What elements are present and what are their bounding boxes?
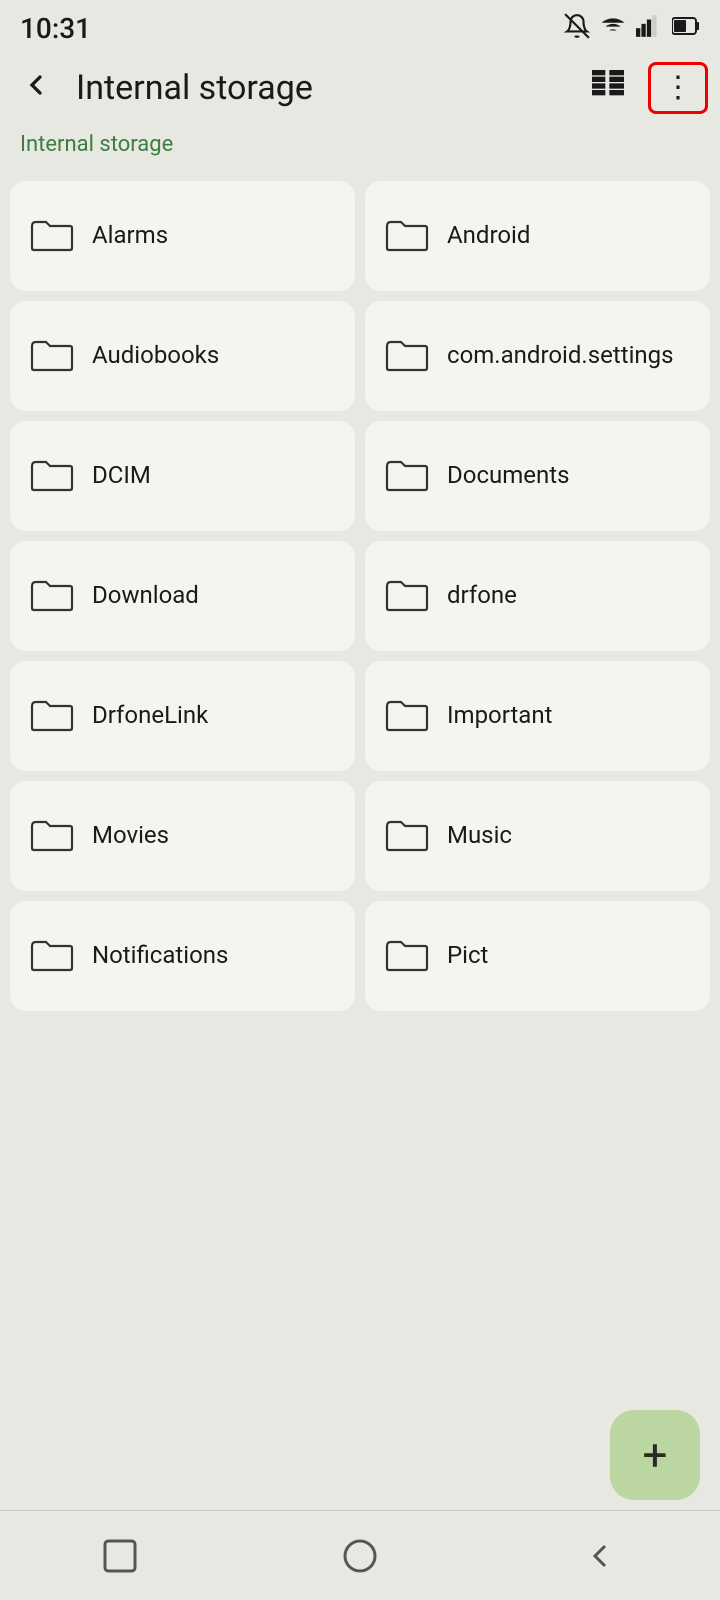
folder-name: Download	[92, 580, 199, 611]
folder-name: DrfoneLink	[92, 700, 208, 731]
nav-home-button[interactable]	[340, 1536, 380, 1576]
folder-name: drfone	[447, 580, 517, 611]
folder-card[interactable]: Important	[365, 661, 710, 771]
nav-recents-button[interactable]	[100, 1536, 140, 1576]
grid-view-button[interactable]	[584, 62, 632, 113]
folder-icon	[30, 938, 74, 974]
folder-icon	[30, 338, 74, 374]
folder-card[interactable]: DCIM	[10, 421, 355, 531]
mute-icon	[564, 13, 590, 45]
folder-name: Notifications	[92, 940, 228, 971]
folder-card[interactable]: DrfoneLink	[10, 661, 355, 771]
folder-icon	[30, 578, 74, 614]
folder-name: Alarms	[92, 220, 168, 251]
folder-icon	[385, 338, 429, 374]
folder-icon	[385, 818, 429, 854]
folder-card[interactable]: Alarms	[10, 181, 355, 291]
folder-name: Movies	[92, 820, 169, 851]
folder-icon	[385, 698, 429, 734]
plus-icon: +	[643, 1433, 668, 1477]
nav-back-button[interactable]	[580, 1536, 620, 1576]
folder-card[interactable]: Android	[365, 181, 710, 291]
folder-card[interactable]: Documents	[365, 421, 710, 531]
folder-name: Documents	[447, 460, 570, 491]
breadcrumb-text: Internal storage	[20, 132, 173, 157]
breadcrumb: Internal storage	[0, 122, 720, 171]
folder-card[interactable]: Movies	[10, 781, 355, 891]
folder-name: Music	[447, 820, 512, 851]
battery-icon	[672, 16, 700, 42]
folder-icon	[30, 218, 74, 254]
wifi-icon	[600, 13, 626, 45]
fab-add-button[interactable]: +	[610, 1410, 700, 1500]
folder-grid: Alarms Android Audiobooks com.android.se…	[0, 171, 720, 1021]
status-icons	[564, 13, 700, 45]
folder-name: Pict	[447, 940, 488, 971]
status-time: 10:31	[20, 12, 91, 45]
folder-name: Android	[447, 220, 530, 251]
folder-card[interactable]: Download	[10, 541, 355, 651]
back-button[interactable]	[12, 61, 60, 114]
folder-card[interactable]: Music	[365, 781, 710, 891]
status-bar: 10:31	[0, 0, 720, 53]
folder-icon	[385, 458, 429, 494]
folder-card[interactable]: Pict	[365, 901, 710, 1011]
folder-card[interactable]: com.android.settings	[365, 301, 710, 411]
folder-icon	[30, 458, 74, 494]
signal-icon	[636, 15, 662, 43]
top-bar: Internal storage ⋮	[0, 53, 720, 122]
folder-name: com.android.settings	[447, 340, 674, 371]
folder-card[interactable]: drfone	[365, 541, 710, 651]
folder-name: Audiobooks	[92, 340, 219, 371]
nav-bar	[0, 1510, 720, 1600]
page-title: Internal storage	[76, 68, 568, 108]
folder-icon	[30, 698, 74, 734]
folder-icon	[30, 818, 74, 854]
folder-icon	[385, 578, 429, 614]
folder-icon	[385, 938, 429, 974]
more-options-button[interactable]: ⋮	[648, 62, 708, 114]
folder-card[interactable]: Audiobooks	[10, 301, 355, 411]
folder-icon	[385, 218, 429, 254]
folder-name: DCIM	[92, 460, 151, 491]
folder-card[interactable]: Notifications	[10, 901, 355, 1011]
folder-name: Important	[447, 700, 552, 731]
